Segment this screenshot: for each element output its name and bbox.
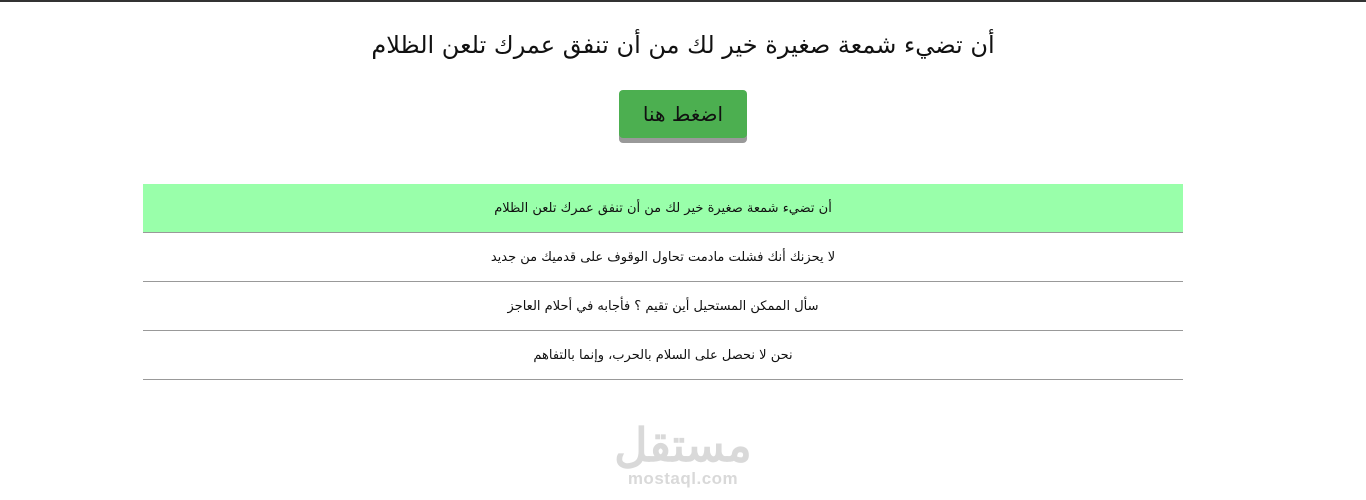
quotes-list: أن تضيء شمعة صغيرة خير لك من أن تنفق عمر… bbox=[143, 184, 1183, 380]
page-title: أن تضيء شمعة صغيرة خير لك من أن تنفق عمر… bbox=[371, 31, 995, 59]
watermark-arabic: مستقل bbox=[614, 419, 752, 471]
list-item[interactable]: نحن لا نحصل على السلام بالحرب، وإنما بال… bbox=[143, 331, 1183, 380]
list-item[interactable]: سأل الممكن المستحيل أين تقيم ؟ فأجابه في… bbox=[143, 282, 1183, 331]
watermark-logo: مستقل mostaql.com bbox=[600, 420, 766, 488]
list-item[interactable]: أن تضيء شمعة صغيرة خير لك من أن تنفق عمر… bbox=[143, 184, 1183, 233]
top-border bbox=[0, 0, 1366, 2]
watermark-latin: mostaql.com bbox=[627, 469, 739, 488]
list-item[interactable]: لا يحزنك أنك فشلت مادمت تحاول الوقوف على… bbox=[143, 233, 1183, 282]
click-here-button[interactable]: اضغط هنا bbox=[619, 90, 747, 138]
